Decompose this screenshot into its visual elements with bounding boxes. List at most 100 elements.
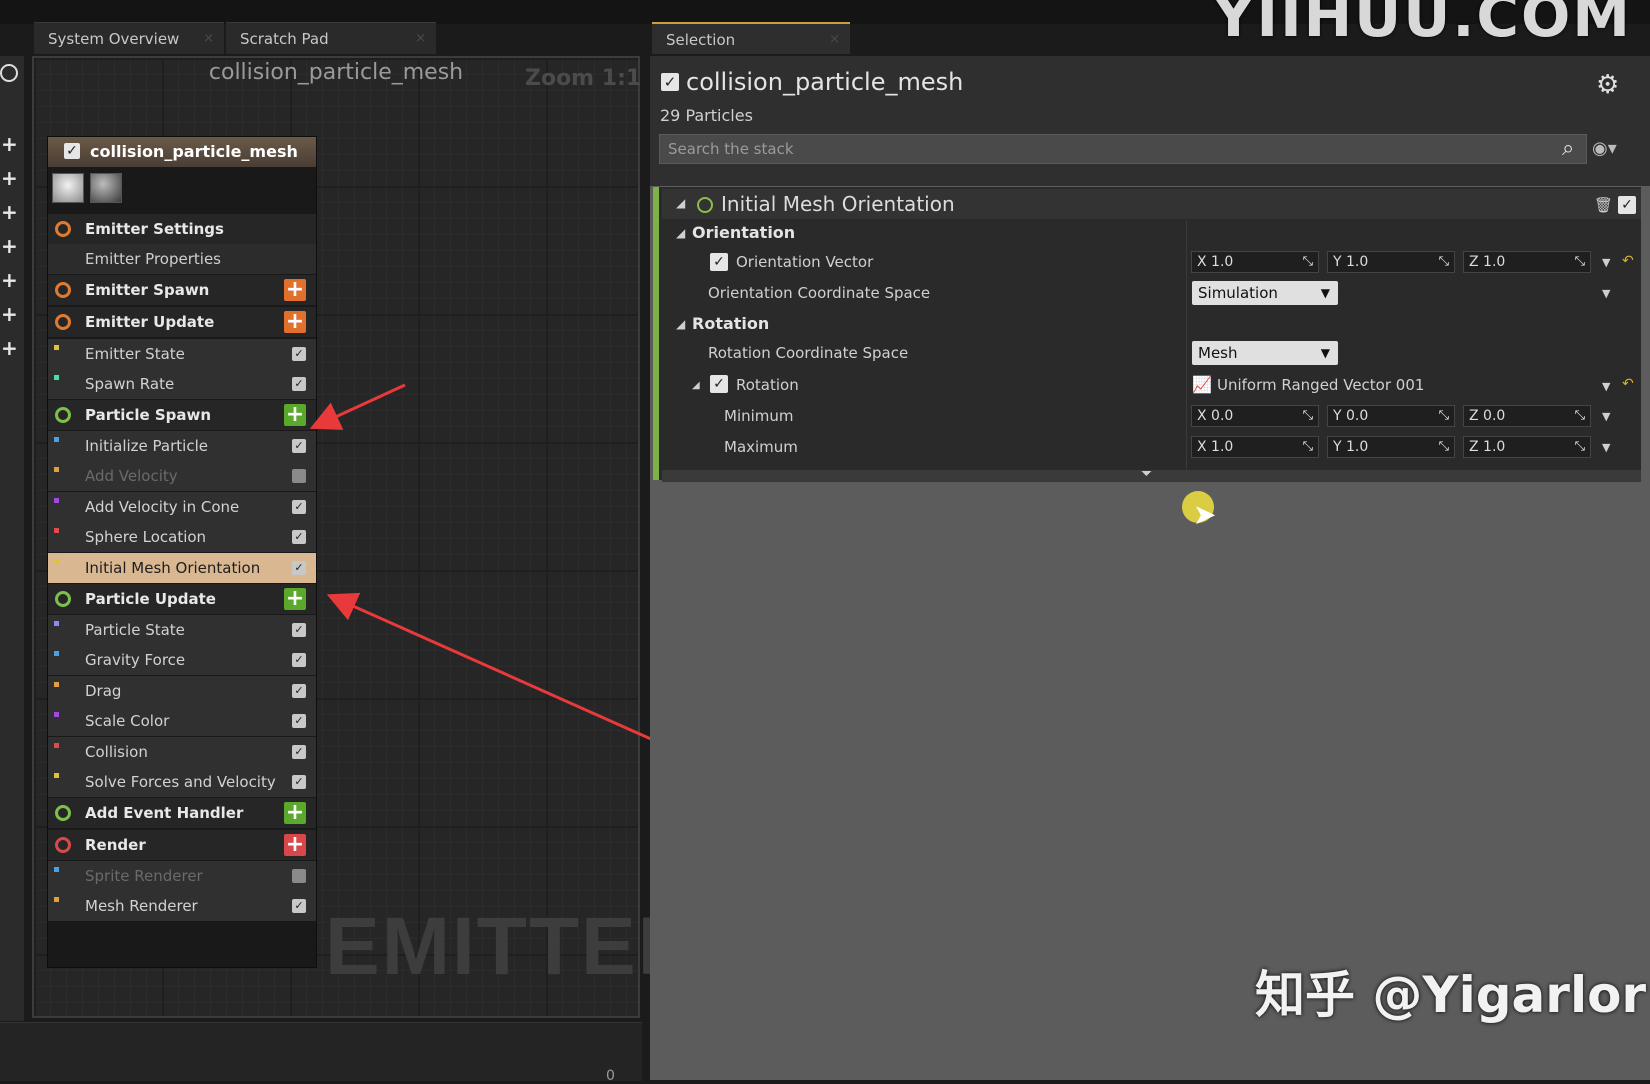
tab-label: System Overview [48, 30, 180, 48]
module-enabled-checkbox[interactable]: ✓ [292, 377, 306, 391]
eye-icon[interactable]: ◉▾ [1592, 138, 1617, 159]
module-enabled-checkbox[interactable]: ✓ [292, 775, 306, 789]
module-row[interactable]: Sprite Renderer ✓ [48, 861, 316, 891]
module-enabled-checkbox[interactable]: ✓ [292, 653, 306, 667]
gear-icon[interactable]: ⚙ [1596, 70, 1619, 100]
add-module-button[interactable]: + [284, 802, 306, 824]
module-row[interactable]: Emitter Properties [48, 244, 316, 274]
module-enabled-checkbox[interactable]: ✓ [292, 869, 306, 883]
maximum-z[interactable]: Z 1.0 ⤡ [1463, 436, 1591, 458]
search-icon[interactable]: ⌕ [1562, 136, 1574, 161]
orientation-vector-x[interactable]: X 1.0 ⤡ [1191, 251, 1319, 273]
search-icon[interactable] [0, 64, 18, 82]
reset-icon[interactable]: ↶ [1622, 376, 1634, 392]
module-row[interactable]: Initial Mesh Orientation ✓ [48, 553, 316, 583]
stage-row[interactable]: Add Event Handler + [48, 798, 316, 828]
collapse-arrow-icon[interactable]: ◢ [676, 317, 685, 331]
module-enabled-checkbox[interactable]: ✓ [292, 469, 306, 483]
module-row[interactable]: Add Velocity ✓ [48, 461, 316, 491]
chevron-down-icon[interactable]: ▼ [1602, 287, 1610, 300]
module-row[interactable]: Solve Forces and Velocity ✓ [48, 767, 316, 797]
chevron-down-icon[interactable]: ▼ [1602, 256, 1610, 269]
collapse-arrow-icon[interactable]: ◢ [676, 196, 685, 210]
tab-system-overview[interactable]: System Overview × [34, 22, 224, 54]
add-module-button[interactable]: + [284, 404, 306, 426]
module-enabled-checkbox[interactable]: ✓ [292, 684, 306, 698]
add-icon[interactable]: + [1, 134, 18, 154]
orientation-vector-y[interactable]: Y 1.0 ⤡ [1327, 251, 1455, 273]
add-icon[interactable]: + [1, 168, 18, 188]
collapse-arrow-icon[interactable]: ◢ [676, 226, 685, 240]
module-enabled-checkbox[interactable]: ✓ [292, 745, 306, 759]
add-icon[interactable]: + [1, 270, 18, 290]
selection-enabled-checkbox[interactable]: ✓ [661, 73, 679, 91]
module-enabled-checkbox[interactable]: ✓ [292, 714, 306, 728]
close-icon[interactable]: × [415, 23, 426, 55]
add-module-button[interactable]: + [284, 279, 306, 301]
add-module-button[interactable]: + [284, 311, 306, 333]
add-icon[interactable]: + [1, 236, 18, 256]
stage-row[interactable]: Particle Update + [48, 584, 316, 614]
module-enabled-checkbox[interactable]: ✓ [292, 500, 306, 514]
chevron-down-icon[interactable]: ▼ [1602, 441, 1610, 454]
module-row[interactable]: Collision ✓ [48, 737, 316, 767]
chevron-down-icon[interactable]: ▼ [1602, 410, 1610, 423]
add-icon[interactable]: + [1, 202, 18, 222]
module-row[interactable]: Gravity Force ✓ [48, 645, 316, 675]
module-enabled-checkbox[interactable]: ✓ [292, 899, 306, 913]
emitter-enabled-checkbox[interactable]: ✓ [64, 143, 80, 159]
stage-row[interactable]: Emitter Settings [48, 214, 316, 244]
module-enabled-checkbox[interactable]: ✓ [292, 623, 306, 637]
emitter-node-header[interactable]: ✓ collision_particle_mesh [48, 137, 316, 167]
chevron-down-icon[interactable]: ⏷ [1141, 466, 1152, 482]
module-enabled-checkbox[interactable]: ✓ [292, 530, 306, 544]
module-row[interactable]: Scale Color ✓ [48, 706, 316, 736]
row-label: Particle Spawn [85, 406, 212, 424]
stage-row[interactable]: Emitter Update + [48, 307, 316, 337]
rotation-value[interactable]: Uniform Ranged Vector 001 [1217, 376, 1424, 394]
maximum-x[interactable]: X 1.0 ⤡ [1191, 436, 1319, 458]
module-enabled-checkbox[interactable]: ✓ [292, 561, 306, 575]
minimum-z[interactable]: Z 0.0 ⤡ [1463, 405, 1591, 427]
module-enabled-checkbox[interactable]: ✓ [292, 347, 306, 361]
module-row[interactable]: Particle State ✓ [48, 615, 316, 645]
stage-row[interactable]: Render + [48, 830, 316, 860]
tab-scratch-pad[interactable]: Scratch Pad × [226, 22, 436, 54]
orientation-vector-z[interactable]: Z 1.0 ⤡ [1463, 251, 1591, 273]
chevron-down-icon[interactable]: ▼ [1602, 380, 1610, 393]
add-icon[interactable]: + [1, 304, 18, 324]
module-color-dot [54, 743, 59, 748]
maximum-y[interactable]: Y 1.0 ⤡ [1327, 436, 1455, 458]
close-icon[interactable]: × [829, 24, 840, 56]
add-module-button[interactable]: + [284, 834, 306, 856]
stage-row[interactable]: Particle Spawn + [48, 400, 316, 430]
module-row[interactable]: Spawn Rate ✓ [48, 369, 316, 399]
module-row[interactable]: Emitter State ✓ [48, 339, 316, 369]
thumbnail-mesh[interactable] [90, 173, 122, 203]
minimum-y[interactable]: Y 0.0 ⤡ [1327, 405, 1455, 427]
add-module-button[interactable]: + [284, 588, 306, 610]
module-row[interactable]: Drag ✓ [48, 676, 316, 706]
add-icon[interactable]: + [1, 338, 18, 358]
module-row[interactable]: Mesh Renderer ✓ [48, 891, 316, 921]
module-enabled-checkbox[interactable]: ✓ [1618, 196, 1636, 214]
minimum-x[interactable]: X 0.0 ⤡ [1191, 405, 1319, 427]
module-enabled-checkbox[interactable]: ✓ [292, 439, 306, 453]
row-label: Render [85, 836, 146, 854]
stage-row[interactable]: Emitter Spawn + [48, 275, 316, 305]
emitter-node[interactable]: ✓ collision_particle_mesh Emitter Settin… [47, 136, 317, 968]
trash-icon[interactable]: 🗑 [1594, 196, 1613, 214]
module-row[interactable]: Sphere Location ✓ [48, 522, 316, 552]
tab-selection[interactable]: Selection × [652, 22, 850, 54]
collapse-arrow-icon[interactable]: ◢ [692, 380, 700, 391]
orientation-vector-checkbox[interactable]: ✓ [710, 253, 728, 271]
reset-icon[interactable]: ↶ [1622, 253, 1634, 269]
rotation-space-dropdown[interactable]: Mesh ▼ [1192, 341, 1338, 365]
rotation-checkbox[interactable]: ✓ [710, 375, 728, 393]
search-input[interactable]: Search the stack [659, 134, 1587, 164]
module-row[interactable]: Add Velocity in Cone ✓ [48, 492, 316, 522]
thumbnail-material[interactable] [52, 173, 84, 203]
close-icon[interactable]: × [203, 23, 214, 55]
orientation-space-dropdown[interactable]: Simulation ▼ [1192, 281, 1338, 305]
module-row[interactable]: Initialize Particle ✓ [48, 431, 316, 461]
